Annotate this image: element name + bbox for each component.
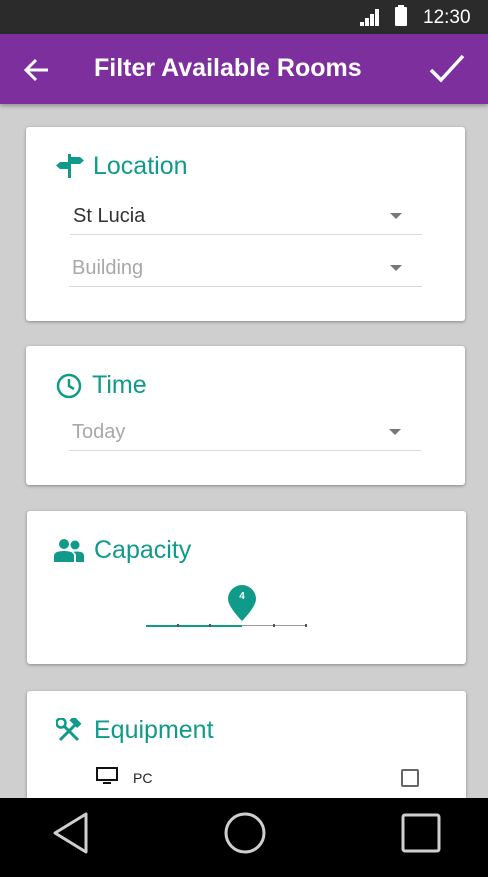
- slider-tick: [177, 624, 179, 627]
- slider-value: 4: [239, 591, 245, 602]
- chevron-down-icon: [390, 213, 402, 219]
- capacity-card: Capacity 4: [27, 511, 466, 664]
- chevron-down-icon: [389, 429, 401, 435]
- pc-checkbox[interactable]: [401, 769, 419, 787]
- signpost-icon: [56, 154, 84, 178]
- location-title: Location: [93, 152, 188, 180]
- slider-tick: [305, 624, 307, 627]
- signal-icon: [360, 9, 379, 26]
- battery-icon: [395, 5, 407, 26]
- slider-thumb[interactable]: 4: [227, 585, 257, 623]
- status-bar: 12:30: [0, 0, 488, 34]
- slider-tick: [209, 624, 211, 627]
- capacity-slider[interactable]: 4: [146, 581, 308, 631]
- arrow-left-icon[interactable]: [22, 55, 52, 85]
- equipment-card: Equipment PC: [27, 691, 466, 798]
- campus-value: St Lucia: [73, 205, 146, 227]
- building-placeholder: Building: [72, 257, 144, 279]
- tools-icon: [56, 718, 82, 742]
- slider-tick: [273, 624, 275, 627]
- time-title: Time: [92, 371, 147, 399]
- home-circle-icon[interactable]: [223, 811, 267, 855]
- filter-form: Location St Lucia Building Time Today Ca…: [0, 104, 488, 798]
- chevron-down-icon: [390, 265, 402, 271]
- building-dropdown[interactable]: Building: [69, 247, 422, 287]
- time-card: Time Today: [26, 346, 465, 485]
- day-dropdown[interactable]: Today: [69, 411, 421, 451]
- campus-dropdown[interactable]: St Lucia: [70, 195, 422, 235]
- recents-square-icon[interactable]: [401, 813, 441, 853]
- back-triangle-icon[interactable]: [52, 812, 90, 854]
- slider-track-filled: [146, 625, 242, 627]
- page-title: Filter Available Rooms: [94, 54, 362, 82]
- location-card: Location St Lucia Building: [26, 127, 465, 321]
- monitor-icon: [96, 767, 118, 784]
- people-icon: [54, 539, 84, 562]
- status-time: 12:30: [423, 7, 471, 28]
- clock-icon: [56, 373, 82, 399]
- system-nav-bar: [0, 798, 488, 877]
- equipment-item-pc[interactable]: PC: [27, 761, 466, 791]
- app-bar: Filter Available Rooms: [0, 34, 488, 104]
- day-placeholder: Today: [72, 421, 126, 443]
- equipment-title: Equipment: [94, 716, 214, 744]
- check-icon[interactable]: [428, 52, 466, 86]
- capacity-title: Capacity: [94, 536, 192, 564]
- equipment-label: PC: [133, 770, 153, 786]
